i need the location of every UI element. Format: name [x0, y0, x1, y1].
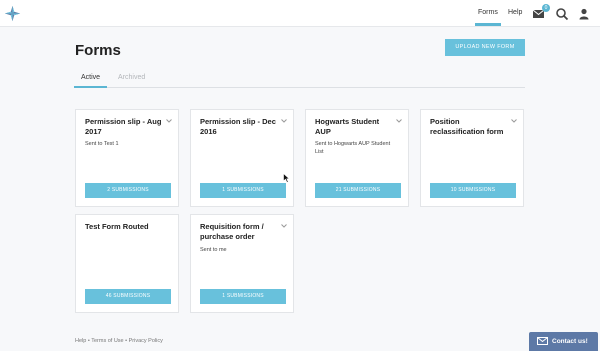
form-card[interactable]: Permission slip - Aug 2017 Sent to Test …	[75, 109, 179, 207]
submissions-button[interactable]: 21 SUBMISSIONS	[315, 183, 401, 198]
submissions-button[interactable]: 10 SUBMISSIONS	[430, 183, 516, 198]
card-description: Sent to Hogwarts AUP Student List	[315, 141, 391, 155]
submissions-button[interactable]: 1 SUBMISSIONS	[200, 183, 286, 198]
page-title: Forms	[75, 42, 121, 59]
contact-us-button[interactable]: Contact us!	[529, 332, 598, 351]
footer-help-link[interactable]: Help	[75, 338, 86, 344]
form-tabs: Active Archived	[73, 72, 525, 88]
card-title: Requisition form / purchase order	[200, 222, 264, 241]
user-icon[interactable]	[577, 7, 591, 21]
card-description: Sent to Test 1	[85, 141, 119, 147]
card-title: Hogwarts Student AUP	[315, 117, 380, 136]
form-card[interactable]: Requisition form / purchase order Sent t…	[190, 214, 294, 313]
submissions-button[interactable]: 46 SUBMISSIONS	[85, 289, 171, 304]
card-title: Test Form Routed	[85, 222, 149, 231]
card-title: Permission slip - Aug 2017	[85, 117, 162, 136]
chevron-down-icon[interactable]	[281, 224, 287, 228]
contact-us-label: Contact us!	[552, 338, 588, 345]
footer-privacy-link[interactable]: Privacy Policy	[129, 338, 163, 344]
nav-help[interactable]: Help	[508, 9, 522, 16]
footer-terms-link[interactable]: Terms of Use	[91, 338, 123, 344]
logo-icon[interactable]	[4, 5, 21, 22]
form-card[interactable]: Position reclassification form 10 SUBMIS…	[420, 109, 524, 207]
form-card[interactable]: Permission slip - Dec 2016 1 SUBMISSIONS	[190, 109, 294, 207]
chevron-down-icon[interactable]	[281, 119, 287, 123]
submissions-button[interactable]: 1 SUBMISSIONS	[200, 289, 286, 304]
mouse-cursor-icon	[283, 173, 290, 183]
tab-archived[interactable]: Archived	[118, 74, 145, 81]
submissions-button[interactable]: 2 SUBMISSIONS	[85, 183, 171, 198]
nav-forms[interactable]: Forms	[475, 9, 501, 26]
chevron-down-icon[interactable]	[511, 119, 517, 123]
card-title: Position reclassification form	[430, 117, 504, 136]
search-icon[interactable]	[555, 7, 569, 21]
mail-badge: 0	[542, 4, 550, 12]
chevron-down-icon[interactable]	[396, 119, 402, 123]
form-card[interactable]: Test Form Routed 46 SUBMISSIONS	[75, 214, 179, 313]
form-card[interactable]: Hogwarts Student AUP Sent to Hogwarts AU…	[305, 109, 409, 207]
chevron-down-icon[interactable]	[166, 119, 172, 123]
card-title: Permission slip - Dec 2016	[200, 117, 276, 136]
envelope-icon	[537, 337, 548, 345]
tab-active[interactable]: Active	[73, 74, 108, 88]
top-navigation-bar: Forms Help 0	[0, 0, 600, 27]
card-description: Sent to me	[200, 247, 227, 253]
footer-separator: •	[87, 338, 90, 344]
footer-separator: •	[125, 338, 128, 344]
upload-new-form-button[interactable]: UPLOAD NEW FORM	[445, 39, 525, 56]
footer-links: Help • Terms of Use • Privacy Policy	[75, 338, 163, 344]
